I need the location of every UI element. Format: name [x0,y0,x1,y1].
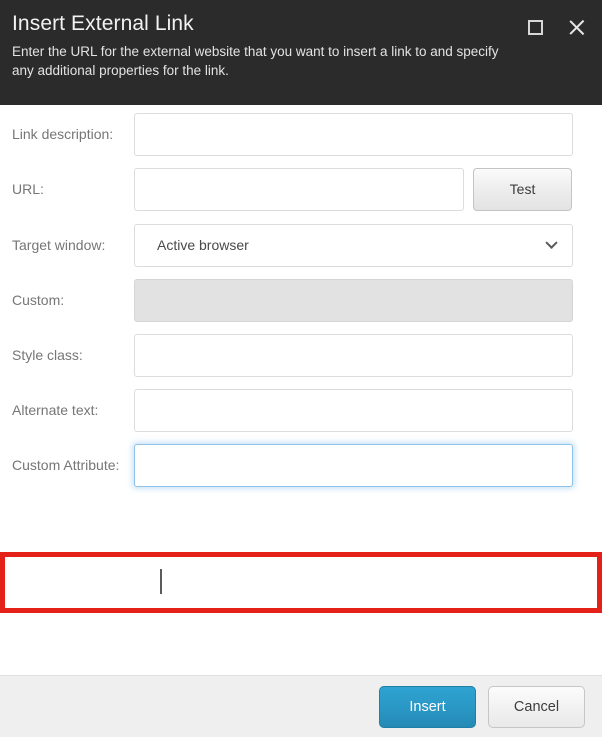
field-row-alternate-text: Alternate text: [0,388,602,432]
field-row-style-class: Style class: [0,333,602,377]
link-description-input[interactable] [134,112,573,156]
target-window-select[interactable]: Active browser [134,223,573,267]
annotation-highlight-box [0,552,602,613]
insert-external-link-dialog: Insert External Link Enter the URL for t… [0,0,602,737]
field-row-link-description: Link description: [0,112,602,156]
dialog-description: Enter the URL for the external website t… [12,44,499,78]
window-controls [524,16,588,38]
label-target-window: Target window: [12,237,106,253]
form-area: Link description: URL: Test Target windo… [0,105,602,675]
custom-input [134,278,573,322]
alternate-text-input[interactable] [134,388,573,432]
field-row-custom-attribute: Custom Attribute: [0,443,602,487]
test-button[interactable]: Test [473,167,572,211]
insert-button[interactable]: Insert [379,685,476,728]
close-icon [567,17,587,37]
label-custom-attribute: Custom Attribute: [12,457,120,473]
url-input[interactable] [134,167,464,211]
label-link-description: Link description: [12,126,114,142]
label-custom: Custom: [12,292,65,308]
maximize-button[interactable] [524,16,546,38]
style-class-input[interactable] [134,333,573,377]
close-button[interactable] [566,16,588,38]
text-cursor [160,569,162,594]
target-window-select-wrap: Active browser [134,223,573,267]
field-row-url: URL: Test [0,167,602,211]
field-row-custom: Custom: [0,278,602,322]
dialog-titlebar: Insert External Link Enter the URL for t… [0,0,602,105]
cancel-button[interactable]: Cancel [488,685,585,728]
dialog-title: Insert External Link [12,12,194,35]
label-alternate-text: Alternate text: [12,402,99,418]
field-row-target-window: Target window: Active browser [0,223,602,267]
custom-attribute-input[interactable] [134,443,573,487]
maximize-icon [527,19,543,35]
label-style-class: Style class: [12,347,83,363]
dialog-footer: Insert Cancel [0,675,602,737]
label-url: URL: [12,181,44,197]
